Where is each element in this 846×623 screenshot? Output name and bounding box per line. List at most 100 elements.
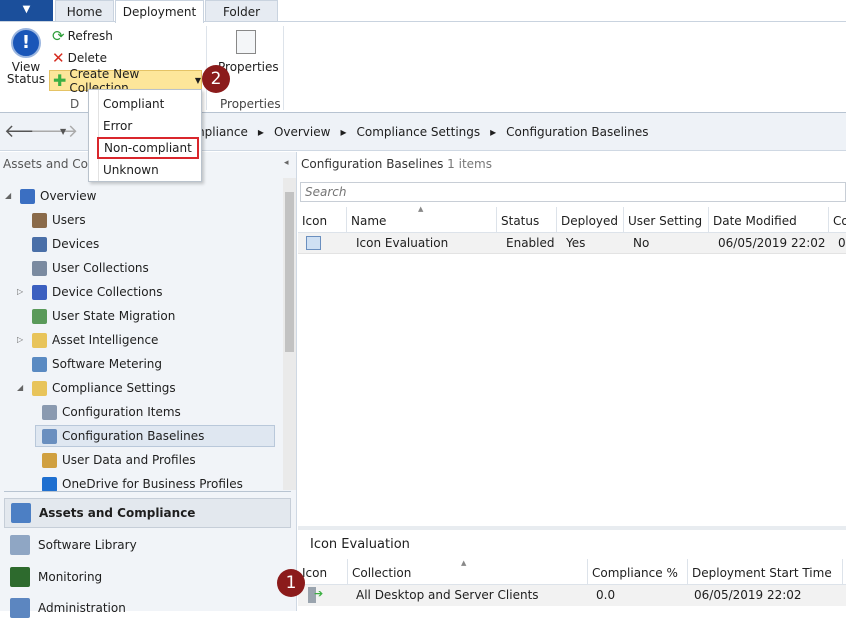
column-user-setting[interactable]: User Setting xyxy=(624,207,709,232)
properties-button[interactable]: Properties xyxy=(218,30,279,74)
tree-item-icon xyxy=(32,356,47,372)
arrow-icon: ➔ xyxy=(314,587,324,600)
tree-item-icon xyxy=(42,476,57,492)
tree-item-icon xyxy=(20,188,35,204)
tab-deployment[interactable]: Deployment xyxy=(115,0,204,23)
tree-item-icon xyxy=(32,236,47,252)
tree-item[interactable]: User Collections xyxy=(32,257,149,279)
workspace-assets-and-compliance[interactable]: Assets and Compliance xyxy=(4,498,291,528)
column-collection[interactable]: Collection xyxy=(348,559,588,584)
menu-item-error[interactable]: Error xyxy=(103,119,132,133)
breadcrumb-item[interactable]: Overview xyxy=(274,125,331,139)
tree-item-icon xyxy=(32,380,47,396)
column-icon[interactable]: Icon xyxy=(298,559,348,584)
tree-item-label: Users xyxy=(52,213,86,227)
menu-item-non-compliant[interactable]: Non-compliant xyxy=(97,137,199,159)
column-status[interactable]: Status xyxy=(497,207,557,232)
column-name[interactable]: Name xyxy=(347,207,497,232)
tree-item[interactable]: User Data and Profiles xyxy=(42,449,196,471)
navigation-pane: Assets and Compliance ◂ ◢ Overview Users De… xyxy=(0,152,297,618)
add-icon: ✚ xyxy=(53,71,67,90)
monitoring-icon xyxy=(10,567,30,587)
step-badge-1: 1 xyxy=(277,569,305,597)
baseline-icon xyxy=(306,236,321,250)
collapse-pane-button[interactable]: ◂ xyxy=(284,158,289,168)
back-button[interactable]: 🡐 xyxy=(4,121,52,145)
workspace-software-library[interactable]: Software Library xyxy=(4,530,291,560)
table-row[interactable]: Icon Evaluation Enabled Yes No 06/05/201… xyxy=(298,233,846,254)
step-badge-2: 2 xyxy=(202,65,230,93)
workspace-monitoring[interactable]: Monitoring xyxy=(4,562,291,592)
column-co[interactable]: Co xyxy=(829,207,846,232)
tree-item[interactable]: ▷ Device Collections xyxy=(17,281,163,303)
assets-icon xyxy=(11,503,31,523)
column-deployment-start-time[interactable]: Deployment Start Time xyxy=(688,559,843,584)
collapse-arrow-icon[interactable]: ◢ xyxy=(17,377,23,399)
tree-item-label: User State Migration xyxy=(52,309,176,323)
column-date-modified[interactable]: Date Modified xyxy=(709,207,829,232)
view-status-button[interactable]: ! View Status xyxy=(5,28,47,85)
tree-item-icon xyxy=(42,452,57,468)
list-header: Configuration Baselines 1 items xyxy=(301,157,492,171)
administration-icon xyxy=(10,598,30,618)
chevron-down-icon: ▼ xyxy=(194,76,201,85)
app-menu-button[interactable]: ▼ xyxy=(0,0,53,22)
tree-item-icon xyxy=(32,284,47,300)
software-library-icon xyxy=(10,535,30,555)
table-row[interactable]: ➔ All Desktop and Server Clients 0.0 06/… xyxy=(298,585,846,606)
tree-item-label: Devices xyxy=(52,237,100,251)
tree-item-icon xyxy=(32,212,47,228)
tree-item-icon xyxy=(42,404,57,420)
tree-item-label: Compliance Settings xyxy=(52,381,176,395)
tree-item[interactable]: Software Metering xyxy=(32,353,162,375)
workspace-administration[interactable]: Administration xyxy=(4,593,291,623)
tree-item-icon xyxy=(32,308,47,324)
tab-home[interactable]: Home xyxy=(55,0,114,22)
create-collection-dropdown: Compliant Error Non-compliant Unknown xyxy=(88,89,202,182)
expand-arrow-icon[interactable]: ▷ xyxy=(17,329,23,351)
delete-button[interactable]: ✕ Delete xyxy=(52,49,107,67)
properties-icon xyxy=(236,30,256,54)
tree-item-label: Device Collections xyxy=(52,285,163,299)
tree-item[interactable]: Devices xyxy=(32,233,99,255)
create-new-collection-button[interactable]: ✚ Create New Collection ▼ xyxy=(49,67,202,95)
tree-item[interactable]: ▷ Asset Intelligence xyxy=(17,329,159,351)
tree-item-label: Configuration Baselines xyxy=(62,429,205,443)
tree-item-label: Software Metering xyxy=(52,357,163,371)
tree-item-icon xyxy=(32,260,47,276)
tree-item-icon xyxy=(42,428,57,444)
info-icon: ! xyxy=(11,28,41,58)
refresh-button[interactable]: ⟳ Refresh xyxy=(52,27,113,45)
tree-item-label: Asset Intelligence xyxy=(52,333,159,347)
delete-icon: ✕ xyxy=(52,49,65,67)
tree-item-label: Overview xyxy=(40,189,97,203)
tree-item-label: User Data and Profiles xyxy=(62,453,196,467)
menu-item-compliant[interactable]: Compliant xyxy=(103,97,164,111)
refresh-icon: ⟳ xyxy=(52,27,65,45)
column-deployed[interactable]: Deployed xyxy=(557,207,624,232)
detail-title: Icon Evaluation xyxy=(310,537,410,552)
results-table: ▲ Icon Name Status Deployed User Setting… xyxy=(298,205,846,257)
tree-item[interactable]: Users xyxy=(32,209,86,231)
collapse-arrow-icon[interactable]: ◢ xyxy=(5,185,11,207)
forward-button[interactable]: 🡒 xyxy=(30,121,78,145)
detail-table: ▲ Icon Collection Compliance % Deploymen… xyxy=(298,559,846,611)
menu-item-unknown[interactable]: Unknown xyxy=(103,163,159,177)
tree-item[interactable]: Configuration Baselines xyxy=(35,425,275,447)
tab-folder[interactable]: Folder xyxy=(205,0,278,22)
breadcrumb-item[interactable]: Compliance Settings xyxy=(356,125,480,139)
tree-scrollbar[interactable] xyxy=(283,178,296,490)
tree-item[interactable]: User State Migration xyxy=(32,305,175,327)
column-icon[interactable]: Icon xyxy=(298,207,347,232)
expand-arrow-icon[interactable]: ▷ xyxy=(17,281,23,303)
tree-item-icon xyxy=(32,332,47,348)
tree-item[interactable]: Configuration Items xyxy=(42,401,181,423)
column-compliance[interactable]: Compliance % xyxy=(588,559,688,584)
tree-item-label: Configuration Items xyxy=(62,405,181,419)
breadcrumb-item[interactable]: Configuration Baselines xyxy=(506,125,648,139)
history-dropdown[interactable]: ▼ xyxy=(60,127,66,136)
tree-item[interactable]: ◢ Compliance Settings xyxy=(17,377,176,399)
search-input[interactable] xyxy=(300,182,846,202)
tree-item-label: User Collections xyxy=(52,261,149,275)
tree-item[interactable]: ◢ Overview xyxy=(5,185,97,207)
